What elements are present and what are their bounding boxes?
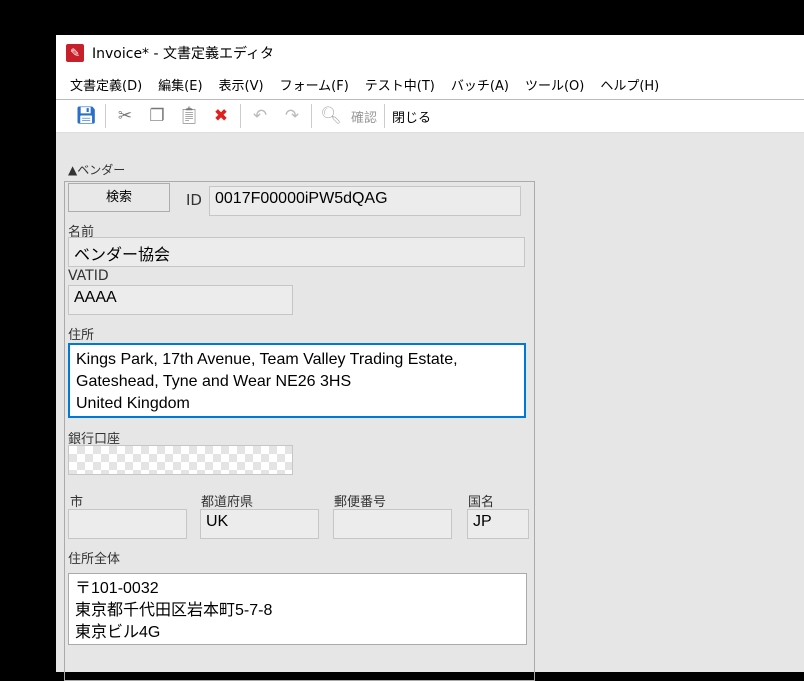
undo-icon[interactable]: ↶ — [248, 104, 272, 128]
title-bar: ✎ Invoice* - 文書定義エディタ — [56, 35, 804, 70]
save-icon[interactable]: 💾︎ — [74, 104, 98, 128]
vatid-label: VATID — [68, 268, 109, 284]
city-label: 市 — [70, 495, 84, 510]
toolbar: 💾︎ ✂ ❐ 📋︎ ✖ ↶ ↷ 🔍︎ 確認 閉じる — [56, 100, 804, 133]
editor-window: ✎ Invoice* - 文書定義エディタ 文書定義(D) 編集(E) 表示(V… — [56, 35, 804, 681]
close-button[interactable]: 閉じる — [392, 107, 431, 126]
section-vendor-toggle[interactable]: ▲ベンダー — [68, 161, 125, 178]
menu-form[interactable]: フォーム(F) — [280, 75, 349, 94]
preview-icon[interactable]: 🔍︎ — [319, 104, 343, 128]
divider — [240, 104, 241, 128]
id-label: ID — [186, 191, 202, 209]
app-wrench-icon: ✎ — [66, 43, 84, 62]
menu-view[interactable]: 表示(V) — [219, 75, 264, 94]
full-address-textarea[interactable]: 〒101-0032 東京都千代田区岩本町5-7-8 東京ビル4G — [68, 573, 527, 645]
postal-code-field[interactable] — [333, 509, 452, 539]
prefecture-label: 都道府県 — [201, 495, 254, 510]
copy-icon[interactable]: ❐ — [145, 104, 169, 128]
country-label: 国名 — [468, 495, 495, 510]
full-address-label: 住所全体 — [68, 552, 121, 567]
menu-edit[interactable]: 編集(E) — [158, 75, 202, 94]
redo-icon[interactable]: ↷ — [280, 104, 304, 128]
search-button[interactable]: 検索 — [68, 183, 170, 212]
prefecture-field[interactable]: UK — [200, 509, 319, 539]
postal-code-label: 郵便番号 — [334, 495, 387, 510]
divider — [311, 104, 312, 128]
country-field[interactable]: JP — [467, 509, 529, 539]
delete-icon[interactable]: ✖ — [209, 104, 233, 128]
paste-icon[interactable]: 📋︎ — [177, 104, 201, 128]
divider — [105, 104, 106, 128]
name-field[interactable]: ベンダー協会 — [68, 237, 525, 267]
id-field[interactable]: 0017F00000iPW5dQAG — [209, 186, 521, 216]
confirm-button[interactable]: 確認 — [351, 107, 377, 126]
menu-bar: 文書定義(D) 編集(E) 表示(V) フォーム(F) テスト中(T) バッチ(… — [56, 70, 804, 100]
address-label: 住所 — [68, 328, 95, 343]
menu-tools[interactable]: ツール(O) — [525, 75, 584, 94]
menu-test[interactable]: テスト中(T) — [365, 75, 435, 94]
menu-document[interactable]: 文書定義(D) — [70, 75, 142, 94]
divider — [384, 104, 386, 128]
window-title: Invoice* - 文書定義エディタ — [92, 45, 275, 62]
menu-batch[interactable]: バッチ(A) — [451, 75, 509, 94]
city-field[interactable] — [68, 509, 187, 539]
menu-help[interactable]: ヘルプ(H) — [600, 75, 659, 94]
address-textarea[interactable]: Kings Park, 17th Avenue, Team Valley Tra… — [68, 343, 526, 418]
vatid-field[interactable]: AAAA — [68, 285, 293, 315]
cut-icon[interactable]: ✂ — [113, 104, 137, 128]
bank-account-field[interactable] — [68, 445, 293, 475]
